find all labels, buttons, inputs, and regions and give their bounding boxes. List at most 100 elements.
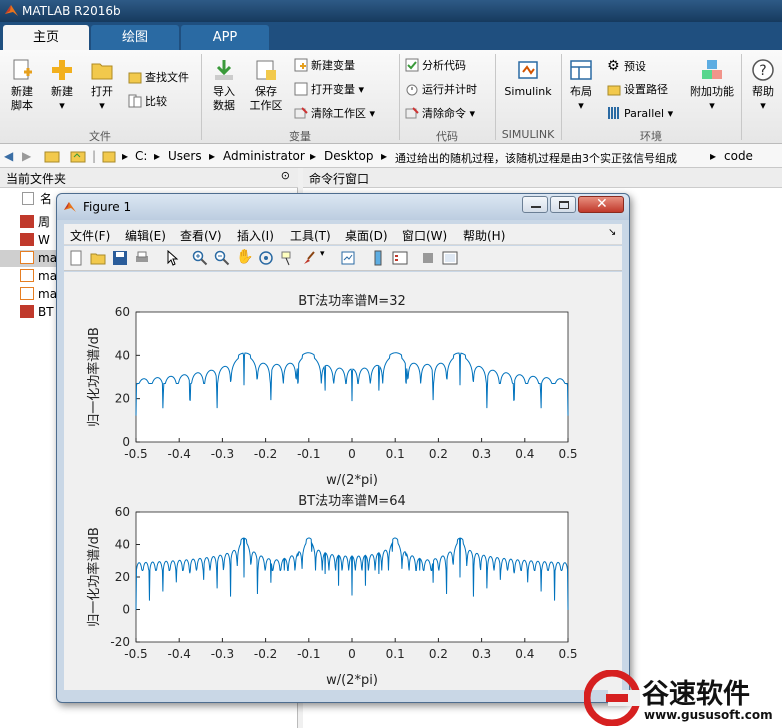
- clear-workspace-button[interactable]: 清除工作区 ▾: [294, 106, 375, 122]
- maximize-icon: [559, 201, 569, 209]
- menu-view[interactable]: 查看(V): [180, 227, 222, 244]
- maximize-button[interactable]: [550, 196, 576, 213]
- new-figure-icon[interactable]: [68, 250, 84, 266]
- layout-button[interactable]: 布局 ▾: [564, 58, 598, 113]
- help-button[interactable]: ? 帮助 ▾: [746, 58, 780, 113]
- command-window-title: 命令行窗口: [309, 172, 370, 186]
- close-button[interactable]: ✕: [578, 196, 624, 213]
- new-variable-icon: [294, 58, 308, 72]
- pointer-icon[interactable]: [164, 250, 180, 266]
- browse-folder-icon[interactable]: [70, 148, 86, 164]
- zoom-out-icon[interactable]: [214, 250, 230, 266]
- gear-icon: ⚙: [607, 58, 620, 74]
- figure-title: Figure 1: [83, 200, 132, 214]
- pan-hand-icon[interactable]: ✋: [236, 249, 253, 265]
- list-item[interactable]: ma: [20, 268, 57, 285]
- back-arrow-icon[interactable]: ◀: [4, 149, 13, 163]
- open-file-icon[interactable]: [90, 250, 106, 266]
- path-segment-project-folder[interactable]: 通过给出的随机过程，该随机过程是由3个实正弦信号组成: [395, 150, 677, 166]
- save-workspace-button[interactable]: 保存 工作区: [246, 58, 286, 113]
- y-tick-label: 0: [122, 435, 130, 449]
- print-icon[interactable]: [134, 250, 150, 266]
- list-item[interactable]: BT: [20, 304, 54, 321]
- simulink-icon: [518, 61, 538, 79]
- open-button[interactable]: 打开 ▾: [84, 58, 120, 113]
- chevron-down-icon[interactable]: ▾: [320, 249, 336, 265]
- data-cursor-icon[interactable]: [280, 250, 296, 266]
- x-tick-label: -0.3: [211, 647, 234, 661]
- x-tick-label: -0.1: [297, 647, 320, 661]
- run-and-time-button[interactable]: 运行并计时: [405, 82, 477, 98]
- figure-title-bar[interactable]: Figure 1 ✕: [57, 194, 629, 220]
- simulink-button[interactable]: Simulink: [500, 58, 556, 99]
- find-files-icon: [128, 72, 142, 84]
- file-name: ma: [38, 287, 58, 301]
- help-icon: ?: [752, 59, 774, 81]
- brush-icon[interactable]: [302, 250, 318, 266]
- chart-area: BT法功率谱M=32 w/(2*pi) 归一化功率谱/dB -0.5 -0.4 -0…: [86, 293, 578, 688]
- path-chevron: ▸: [381, 149, 388, 163]
- rotate-3d-icon[interactable]: [258, 250, 274, 266]
- new-button[interactable]: 新建 ▾: [44, 58, 80, 113]
- path-segment-code[interactable]: code: [724, 149, 753, 163]
- new-script-button[interactable]: 新建 脚本: [4, 58, 40, 113]
- folder-open-icon: [91, 63, 113, 80]
- subplot-2: BT法功率谱M=64 w/(2*pi) 归一化功率谱/dB -0.5 -0.4 -0…: [86, 493, 578, 688]
- find-files-button[interactable]: 查找文件: [128, 70, 189, 86]
- forward-arrow-icon[interactable]: ▶: [22, 149, 31, 163]
- clear-commands-label: 清除命令: [422, 107, 466, 120]
- up-folder-icon[interactable]: [44, 148, 60, 164]
- menu-insert[interactable]: 插入(I): [237, 227, 274, 244]
- tab-home[interactable]: 主页: [3, 25, 89, 50]
- path-segment-users[interactable]: Users: [168, 149, 202, 163]
- x-tick-label: 0.1: [386, 447, 405, 461]
- close-icon: ✕: [596, 196, 608, 212]
- menu-file[interactable]: 文件(F): [70, 227, 110, 244]
- legend-icon[interactable]: [392, 250, 408, 266]
- x-tick-label: -0.1: [297, 447, 320, 461]
- path-segment-drive[interactable]: C:: [135, 149, 147, 163]
- analyze-code-icon: [405, 58, 419, 72]
- addons-button[interactable]: 附加功能 ▾: [686, 58, 738, 113]
- name-column-header[interactable]: 名: [22, 191, 52, 208]
- parallel-button[interactable]: Parallel ▾: [607, 106, 673, 122]
- open-label: 打开: [91, 85, 113, 98]
- watermark-url: www.gususoft.com: [644, 708, 773, 722]
- analyze-code-button[interactable]: 分析代码: [405, 58, 466, 74]
- x-tick-label: 0.3: [472, 647, 491, 661]
- list-item[interactable]: 周: [20, 214, 50, 231]
- tab-apps[interactable]: APP: [181, 25, 269, 50]
- colorbar-icon[interactable]: [370, 250, 386, 266]
- save-icon[interactable]: [112, 250, 128, 266]
- menu-desktop[interactable]: 桌面(D): [345, 227, 388, 244]
- x-axis-label-1: w/(2*pi): [326, 473, 378, 488]
- menu-tools[interactable]: 工具(T): [290, 227, 331, 244]
- x-tick-label: 0.5: [558, 447, 577, 461]
- dock-arrow-icon[interactable]: ↘: [608, 227, 616, 238]
- zoom-in-icon[interactable]: [192, 250, 208, 266]
- app-title-bar: MATLAB R2016b: [0, 0, 782, 22]
- list-item[interactable]: W: [20, 232, 50, 249]
- import-data-button[interactable]: 导入 数据: [206, 58, 242, 113]
- compare-button[interactable]: 比较: [128, 94, 167, 110]
- open-variable-button[interactable]: 打开变量 ▾: [294, 82, 364, 98]
- new-plus-icon: [52, 60, 72, 80]
- clear-commands-button[interactable]: 清除命令 ▾: [405, 106, 475, 122]
- list-item[interactable]: ma: [20, 286, 57, 303]
- preferences-button[interactable]: ⚙ 预设: [607, 58, 646, 75]
- path-segment-administrator[interactable]: Administrator: [223, 149, 305, 163]
- show-plot-tools-icon[interactable]: [442, 250, 458, 266]
- x-tick-label: -0.3: [211, 447, 234, 461]
- menu-help[interactable]: 帮助(H): [463, 227, 505, 244]
- hide-plot-tools-icon[interactable]: [420, 250, 436, 266]
- link-plot-icon[interactable]: [340, 250, 356, 266]
- set-path-button[interactable]: 设置路径: [607, 82, 668, 98]
- menu-window[interactable]: 窗口(W): [402, 227, 447, 244]
- panel-menu-icon[interactable]: ⊙: [281, 169, 290, 182]
- tab-plots[interactable]: 绘图: [91, 25, 179, 50]
- minimize-button[interactable]: [522, 196, 548, 213]
- menu-edit[interactable]: 编辑(E): [125, 227, 166, 244]
- path-segment-desktop[interactable]: Desktop: [324, 149, 374, 163]
- new-variable-button[interactable]: 新建变量: [294, 58, 355, 74]
- addons-cubes-icon: [702, 60, 722, 79]
